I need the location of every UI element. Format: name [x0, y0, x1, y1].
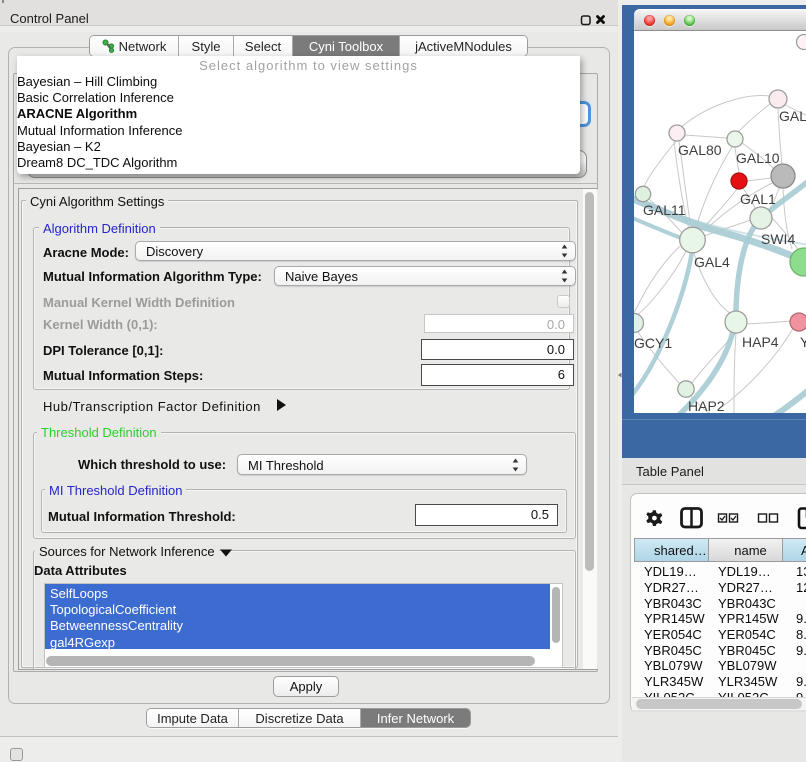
svg-text:HAP4: HAP4 [742, 334, 779, 350]
svg-text:SWI4: SWI4 [761, 231, 795, 247]
svg-text:GAL2: GAL2 [779, 108, 806, 124]
svg-text:GCY1: GCY1 [634, 335, 672, 351]
svg-text:GAL4: GAL4 [694, 254, 730, 270]
svg-text:GAL11: GAL11 [643, 202, 686, 218]
svg-text:HAP2: HAP2 [688, 398, 725, 413]
svg-text:GAL10: GAL10 [736, 150, 780, 166]
svg-text:Y: Y [800, 334, 806, 350]
svg-text:GAL80: GAL80 [678, 142, 722, 158]
svg-text:GAL1: GAL1 [740, 191, 776, 207]
